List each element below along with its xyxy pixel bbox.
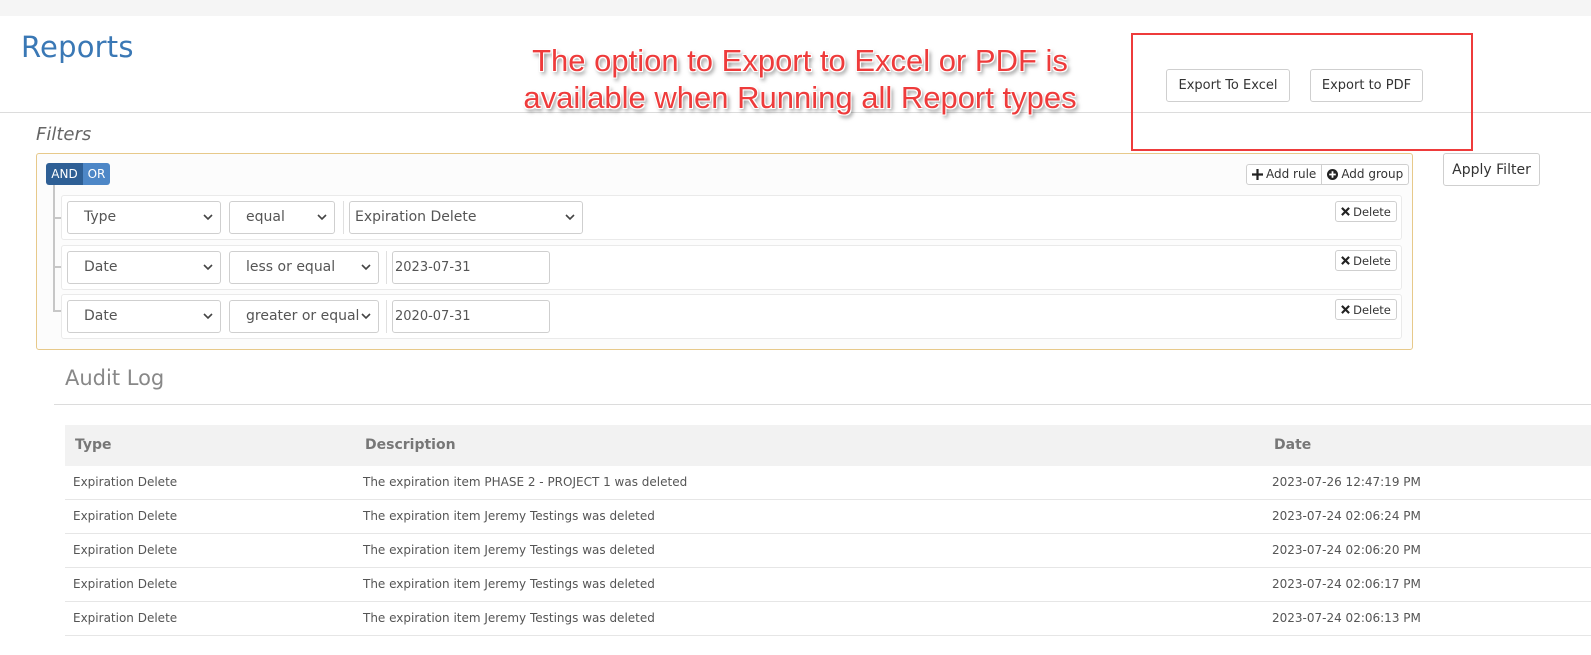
cell-type: Expiration Delete [73,611,178,625]
column-header-type[interactable]: Type [75,425,112,466]
delete-rule-button[interactable]: Delete [1335,299,1397,320]
cell-date: 2023-07-24 02:06:13 PM [1272,611,1421,625]
chevron-down-icon [203,313,213,320]
column-header-description[interactable]: Description [365,425,456,466]
table-row[interactable]: Expiration Delete The expiration item PH… [65,466,1591,500]
top-strip [0,0,1591,16]
cell-type: Expiration Delete [73,577,178,591]
chevron-down-icon [565,214,575,221]
plus-icon [1252,169,1263,180]
table-row[interactable]: Expiration Delete The expiration item Je… [65,568,1591,602]
rule-operator-value: equal [246,209,285,225]
cell-date: 2023-07-24 02:06:17 PM [1272,577,1421,591]
rule-value-value: Expiration Delete [355,209,477,225]
rule-separator [386,300,387,333]
cell-type: Expiration Delete [73,475,178,489]
annotation-line-1: The option to Export to Excel or PDF is [532,43,1068,78]
filters-label: Filters [36,124,92,145]
add-group-label: Add group [1341,167,1404,181]
rule-separator [386,251,387,284]
rule-operator-select[interactable]: greater or equal [229,300,379,333]
annotation-callout: The option to Export to Excel or PDF is … [510,42,1090,116]
add-rule-button[interactable]: Add rule [1247,165,1321,184]
table-row[interactable]: Expiration Delete The expiration item Je… [65,500,1591,534]
delete-rule-button[interactable]: Delete [1335,250,1397,271]
table-row[interactable]: Expiration Delete The expiration item Je… [65,602,1591,636]
add-rule-label: Add rule [1266,167,1317,181]
apply-filter-button[interactable]: Apply Filter [1443,153,1540,186]
cell-description: The expiration item Jeremy Testings was … [363,611,655,625]
table-row[interactable]: Expiration Delete The expiration item Je… [65,534,1591,568]
cell-date: 2023-07-24 02:06:24 PM [1272,509,1421,523]
chevron-down-icon [203,264,213,271]
annotation-line-2: available when Running all Report types [523,80,1077,115]
audit-log-table: Type Description Date Expiration Delete … [65,425,1591,636]
close-icon [1341,256,1350,265]
cell-description: The expiration item PHASE 2 - PROJECT 1 … [363,475,688,489]
chevron-down-icon [361,264,371,271]
delete-label: Delete [1353,302,1391,317]
rule-operator-value: less or equal [246,259,336,275]
delete-rule-button[interactable]: Delete [1335,201,1397,222]
rule-field-value: Date [84,308,118,324]
cell-description: The expiration item Jeremy Testings was … [363,543,655,557]
rule-operator-select[interactable]: less or equal [229,251,379,284]
audit-divider [54,404,1591,405]
rule-field-select[interactable]: Type [67,201,221,234]
export-to-excel-button[interactable]: Export To Excel [1166,69,1290,102]
export-to-pdf-button[interactable]: Export to PDF [1310,69,1423,102]
rule-operator-select[interactable]: equal [229,201,335,234]
plus-circle-icon [1327,169,1339,180]
and-button[interactable]: AND [46,163,83,185]
chevron-down-icon [317,214,327,221]
delete-label: Delete [1353,204,1391,219]
rule-field-select[interactable]: Date [67,251,221,284]
cell-description: The expiration item Jeremy Testings was … [363,509,655,523]
delete-label: Delete [1353,253,1391,268]
rule-tree-line [53,185,55,311]
cell-date: 2023-07-26 12:47:19 PM [1272,475,1421,489]
rule-field-value: Date [84,259,118,275]
group-actions: Add rule Add group [1246,164,1410,185]
rule-field-value: Type [84,209,117,225]
rule-field-select[interactable]: Date [67,300,221,333]
cell-type: Expiration Delete [73,543,178,557]
page-title: Reports [21,30,134,64]
rule-value-input[interactable]: 2020-07-31 [392,300,550,333]
cell-type: Expiration Delete [73,509,178,523]
add-group-button[interactable]: Add group [1321,165,1408,184]
rule-operator-value: greater or equal [246,308,360,324]
rule-value-select[interactable]: Expiration Delete [349,201,583,234]
rule-value-input[interactable]: 2023-07-31 [392,251,550,284]
close-icon [1341,305,1350,314]
table-header: Type Description Date [65,425,1591,466]
cell-date: 2023-07-24 02:06:20 PM [1272,543,1421,557]
audit-log-title: Audit Log [65,366,165,390]
or-button[interactable]: OR [83,163,110,185]
close-icon [1341,207,1350,216]
chevron-down-icon [203,214,213,221]
chevron-down-icon [361,313,371,320]
rule-separator [343,201,344,234]
condition-toggle: AND OR [46,163,110,185]
cell-description: The expiration item Jeremy Testings was … [363,577,655,591]
column-header-date[interactable]: Date [1274,425,1311,466]
